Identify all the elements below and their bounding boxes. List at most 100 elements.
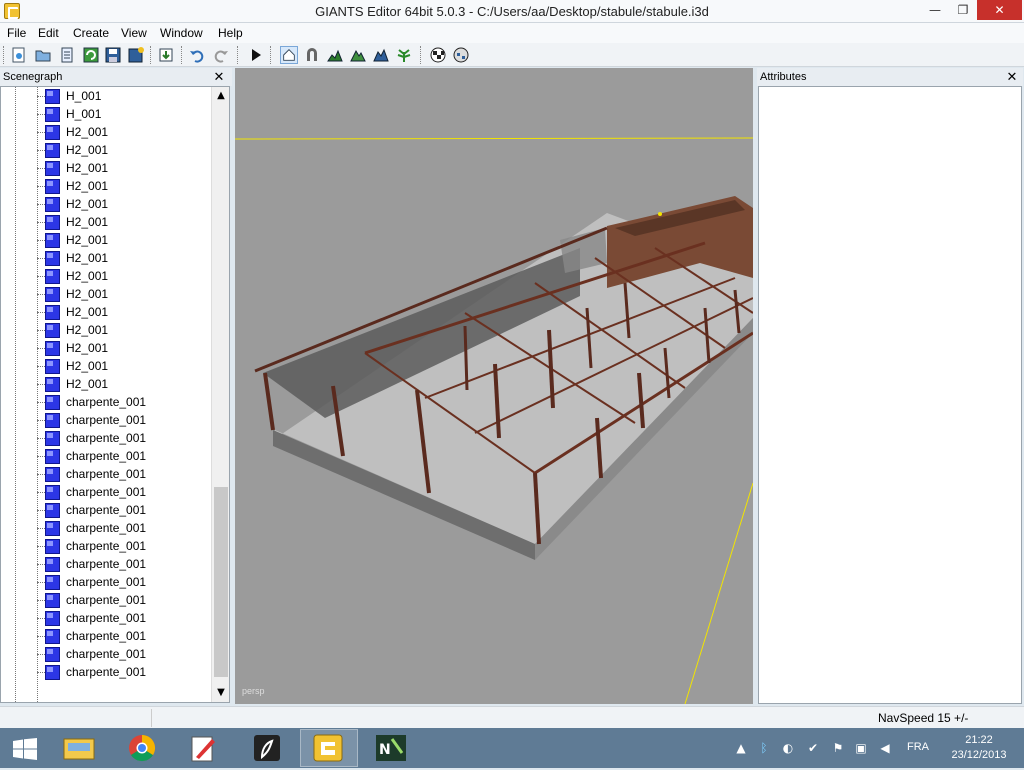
- scenegraph-node[interactable]: charpente_001: [1, 519, 211, 537]
- taskbar-file-explorer[interactable]: [50, 729, 108, 767]
- scenegraph-node[interactable]: charpente_001: [1, 537, 211, 555]
- scrollbar-thumb[interactable]: [214, 487, 228, 677]
- scenegraph-node[interactable]: charpente_001: [1, 411, 211, 429]
- svg-text:N: N: [379, 742, 391, 758]
- taskbar-paint[interactable]: [174, 729, 232, 767]
- menu-create[interactable]: Create: [73, 26, 109, 40]
- scenegraph-close-button[interactable]: ✕: [212, 68, 226, 86]
- magnet-icon[interactable]: [303, 46, 321, 64]
- taskbar-notepad-plus-plus[interactable]: N: [362, 729, 420, 767]
- tray-volume-icon[interactable]: ◀: [877, 740, 893, 756]
- scenegraph-node[interactable]: H2_001: [1, 231, 211, 249]
- taskbar-giants-editor[interactable]: [300, 729, 358, 767]
- maximize-button[interactable]: ❐: [950, 0, 976, 20]
- menu-window[interactable]: Window: [160, 26, 203, 40]
- scenegraph-node[interactable]: H2_001: [1, 267, 211, 285]
- scenegraph-node[interactable]: H2_001: [1, 339, 211, 357]
- scenegraph-node[interactable]: H2_001: [1, 303, 211, 321]
- scenegraph-node[interactable]: H_001: [1, 105, 211, 123]
- scenegraph-node[interactable]: charpente_001: [1, 573, 211, 591]
- scenegraph-node[interactable]: charpente_001: [1, 447, 211, 465]
- selection-bbox-line: [235, 137, 753, 140]
- scenegraph-node-label: charpente_001: [66, 395, 147, 409]
- redo-icon[interactable]: [212, 46, 230, 64]
- tray-network-icon[interactable]: ▣: [853, 740, 869, 756]
- terrain-brush-icon[interactable]: [372, 46, 390, 64]
- navspeed-readout[interactable]: NavSpeed 15 +/-: [878, 711, 968, 725]
- close-button[interactable]: ✕: [977, 0, 1022, 20]
- scenegraph-node[interactable]: H2_001: [1, 213, 211, 231]
- checker-material-icon[interactable]: [429, 46, 447, 64]
- save-icon[interactable]: [104, 46, 122, 64]
- tray-show-hidden-icon[interactable]: ▲: [733, 740, 749, 756]
- document-icon[interactable]: [58, 46, 76, 64]
- scenegraph-node[interactable]: charpente_001: [1, 591, 211, 609]
- home-view-icon[interactable]: [280, 46, 298, 64]
- refresh-icon[interactable]: [82, 46, 100, 64]
- tree-branch-line: [37, 438, 45, 439]
- open-folder-icon[interactable]: [34, 46, 52, 64]
- scenegraph-node-label: H2_001: [66, 197, 109, 211]
- undo-icon[interactable]: [188, 46, 206, 64]
- clock-time: 21:22: [965, 734, 993, 746]
- scenegraph-node[interactable]: H2_001: [1, 285, 211, 303]
- scenegraph-node[interactable]: charpente_001: [1, 645, 211, 663]
- scroll-up-arrow[interactable]: ▲: [212, 87, 229, 105]
- scenegraph-node-label: H2_001: [66, 251, 109, 265]
- play-icon[interactable]: [247, 46, 265, 64]
- scenegraph-node[interactable]: charpente_001: [1, 429, 211, 447]
- scenegraph-node[interactable]: H2_001: [1, 159, 211, 177]
- new-scene-icon[interactable]: [10, 46, 28, 64]
- shape-cube-icon: [45, 323, 60, 338]
- attributes-panel[interactable]: [758, 86, 1022, 704]
- terrain-paint-icon[interactable]: [326, 46, 344, 64]
- scenegraph-node[interactable]: H2_001: [1, 357, 211, 375]
- scenegraph-node[interactable]: charpente_001: [1, 627, 211, 645]
- import-icon[interactable]: [157, 46, 175, 64]
- scenegraph-node[interactable]: H2_001: [1, 321, 211, 339]
- notepad-plus-plus-icon: N: [376, 735, 406, 761]
- tray-bluetooth-icon[interactable]: ᛒ: [756, 740, 772, 756]
- scenegraph-node[interactable]: H2_001: [1, 123, 211, 141]
- menu-view[interactable]: View: [121, 26, 147, 40]
- attributes-close-button[interactable]: ✕: [1005, 68, 1019, 86]
- tray-clock[interactable]: 21:22 23/12/2013: [948, 733, 1010, 763]
- scenegraph-node[interactable]: charpente_001: [1, 663, 211, 681]
- tree-branch-line: [37, 150, 45, 151]
- scenegraph-tree[interactable]: H_001 H_001 H2_001 H2_001 H2_001 H2_001 H2_001…: [0, 86, 230, 703]
- scenegraph-node[interactable]: H2_001: [1, 195, 211, 213]
- scenegraph-node[interactable]: charpente_001: [1, 393, 211, 411]
- minimize-button[interactable]: —: [920, 0, 950, 20]
- windows-start-icon[interactable]: [12, 738, 38, 760]
- scenegraph-node[interactable]: H2_001: [1, 177, 211, 195]
- scenegraph-node[interactable]: charpente_001: [1, 555, 211, 573]
- scenegraph-node[interactable]: H2_001: [1, 249, 211, 267]
- menu-file[interactable]: File: [7, 26, 26, 40]
- tray-language-indicator[interactable]: FRA: [907, 741, 929, 753]
- scenegraph-node[interactable]: H2_001: [1, 141, 211, 159]
- tree-branch-line: [37, 240, 45, 241]
- tray-security-icon[interactable]: ✔: [805, 740, 821, 756]
- taskbar-chrome[interactable]: [113, 729, 171, 767]
- scenegraph-node[interactable]: charpente_001: [1, 609, 211, 627]
- scenegraph-node[interactable]: charpente_001: [1, 501, 211, 519]
- texture-view-icon[interactable]: [452, 46, 470, 64]
- save-all-icon[interactable]: [127, 46, 145, 64]
- scenegraph-node[interactable]: H_001: [1, 87, 211, 105]
- menu-edit[interactable]: Edit: [38, 26, 59, 40]
- scenegraph-scrollbar[interactable]: ▲ ▼: [211, 87, 229, 702]
- 3d-viewport[interactable]: persp: [235, 68, 753, 704]
- scenegraph-node[interactable]: charpente_001: [1, 483, 211, 501]
- taskbar-vector-app[interactable]: [238, 729, 296, 767]
- tray-action-center-icon[interactable]: ⚑: [830, 740, 846, 756]
- title-bar[interactable]: GIANTS Editor 64bit 5.0.3 - C:/Users/aa/…: [0, 0, 1024, 23]
- menu-help[interactable]: Help: [218, 26, 243, 40]
- foliage-paint-icon[interactable]: [395, 46, 413, 64]
- giants-editor-window: GIANTS Editor 64bit 5.0.3 - C:/Users/aa/…: [0, 0, 1024, 768]
- scenegraph-node[interactable]: H2_001: [1, 375, 211, 393]
- window-title: GIANTS Editor 64bit 5.0.3 - C:/Users/aa/…: [315, 4, 709, 19]
- scenegraph-node[interactable]: charpente_001: [1, 465, 211, 483]
- terrain-sculpt-icon[interactable]: [349, 46, 367, 64]
- scroll-down-arrow[interactable]: ▼: [212, 684, 229, 702]
- tray-network-activity-icon[interactable]: ◐: [780, 740, 796, 756]
